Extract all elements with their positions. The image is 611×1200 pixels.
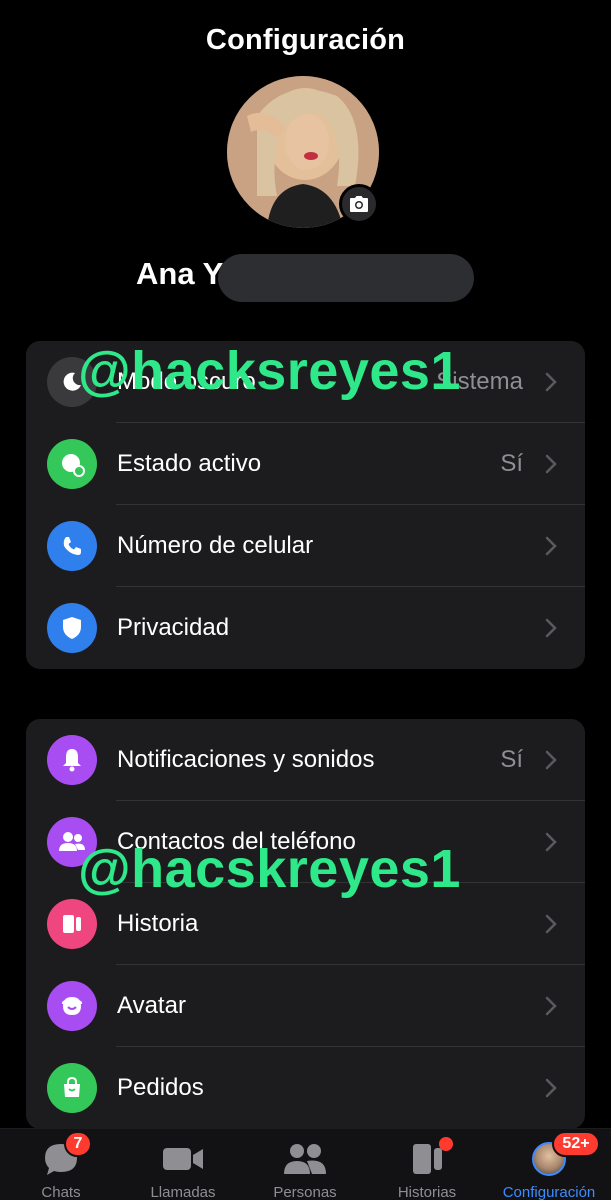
story-icon [47,899,97,949]
settings-row-phone-contacts[interactable]: Contactos del teléfono [26,801,585,883]
settings-row-orders[interactable]: Pedidos [26,1047,585,1129]
phone-icon [47,521,97,571]
chevron-right-icon [545,914,557,934]
row-label: Número de celular [117,532,314,559]
row-label: Historia [117,910,199,937]
settings-row-active-status[interactable]: Estado activo Sí [26,423,585,505]
tab-label: Personas [273,1184,337,1200]
moon-icon [47,357,97,407]
page-title: Configuración [205,24,406,56]
row-label: Privacidad [117,614,230,641]
chevron-right-icon [545,750,557,770]
settings-row-avatar[interactable]: Avatar [26,965,585,1047]
row-label: Notificaciones y sonidos [117,746,375,773]
row-value: Sí [500,450,523,477]
chats-badge: 7 [64,1131,92,1157]
profile-name: Ana Y [136,256,224,291]
row-label: Estado activo [117,450,262,477]
bell-icon [47,735,97,785]
video-camera-icon [163,1147,203,1170]
tab-calls[interactable]: Llamadas [122,1129,244,1200]
tab-settings[interactable]: 52+ Configuración [488,1129,610,1200]
settings-row-notifications[interactable]: Notificaciones y sonidos Sí [26,719,585,801]
row-value: Sistema [436,368,523,395]
chevron-right-icon [545,1078,557,1098]
tab-people[interactable]: Personas [244,1129,366,1200]
settings-row-phone-number[interactable]: Número de celular [26,505,585,587]
row-label: Pedidos [117,1074,204,1101]
chevron-right-icon [545,618,557,638]
avatar-face-icon [47,981,97,1031]
settings-row-story[interactable]: Historia [26,883,585,965]
tab-label: Historias [397,1184,457,1200]
settings-badge: 52+ [552,1131,600,1157]
tab-chats[interactable]: 7 Chats [0,1129,122,1200]
settings-row-privacy[interactable]: Privacidad [26,587,585,669]
people-icon [284,1143,326,1174]
row-label: Avatar [117,992,186,1019]
chevron-right-icon [545,996,557,1016]
change-photo-button[interactable] [339,184,379,224]
settings-group-preferences: Notificaciones y sonidos Sí Contactos de… [26,719,585,1129]
row-value: Sí [500,746,523,773]
row-label: Contactos del teléfono [117,828,356,855]
chevron-right-icon [545,536,557,556]
profile-avatar[interactable] [227,76,379,228]
chevron-right-icon [545,372,557,392]
camera-icon [350,196,368,212]
tab-stories[interactable]: Historias [366,1129,488,1200]
active-status-icon [47,439,97,489]
settings-row-dark-mode[interactable]: Modo oscuro Sistema [26,341,585,423]
chevron-right-icon [545,832,557,852]
settings-group-general: Modo oscuro Sistema Estado activo Sí Núm… [26,341,585,669]
tab-label: Llamadas [150,1184,216,1200]
shopping-bag-icon [47,1063,97,1113]
chevron-right-icon [545,454,557,474]
bottom-tab-bar: 7 Chats Llamadas Personas Historias 52+ … [0,1128,611,1200]
tab-label: Configuración [502,1184,596,1200]
redaction-mask [218,254,474,302]
tab-label: Chats [41,1184,81,1200]
shield-icon [47,603,97,653]
contacts-icon [47,817,97,867]
stories-unread-dot [439,1137,453,1151]
row-label: Modo oscuro [117,368,256,395]
